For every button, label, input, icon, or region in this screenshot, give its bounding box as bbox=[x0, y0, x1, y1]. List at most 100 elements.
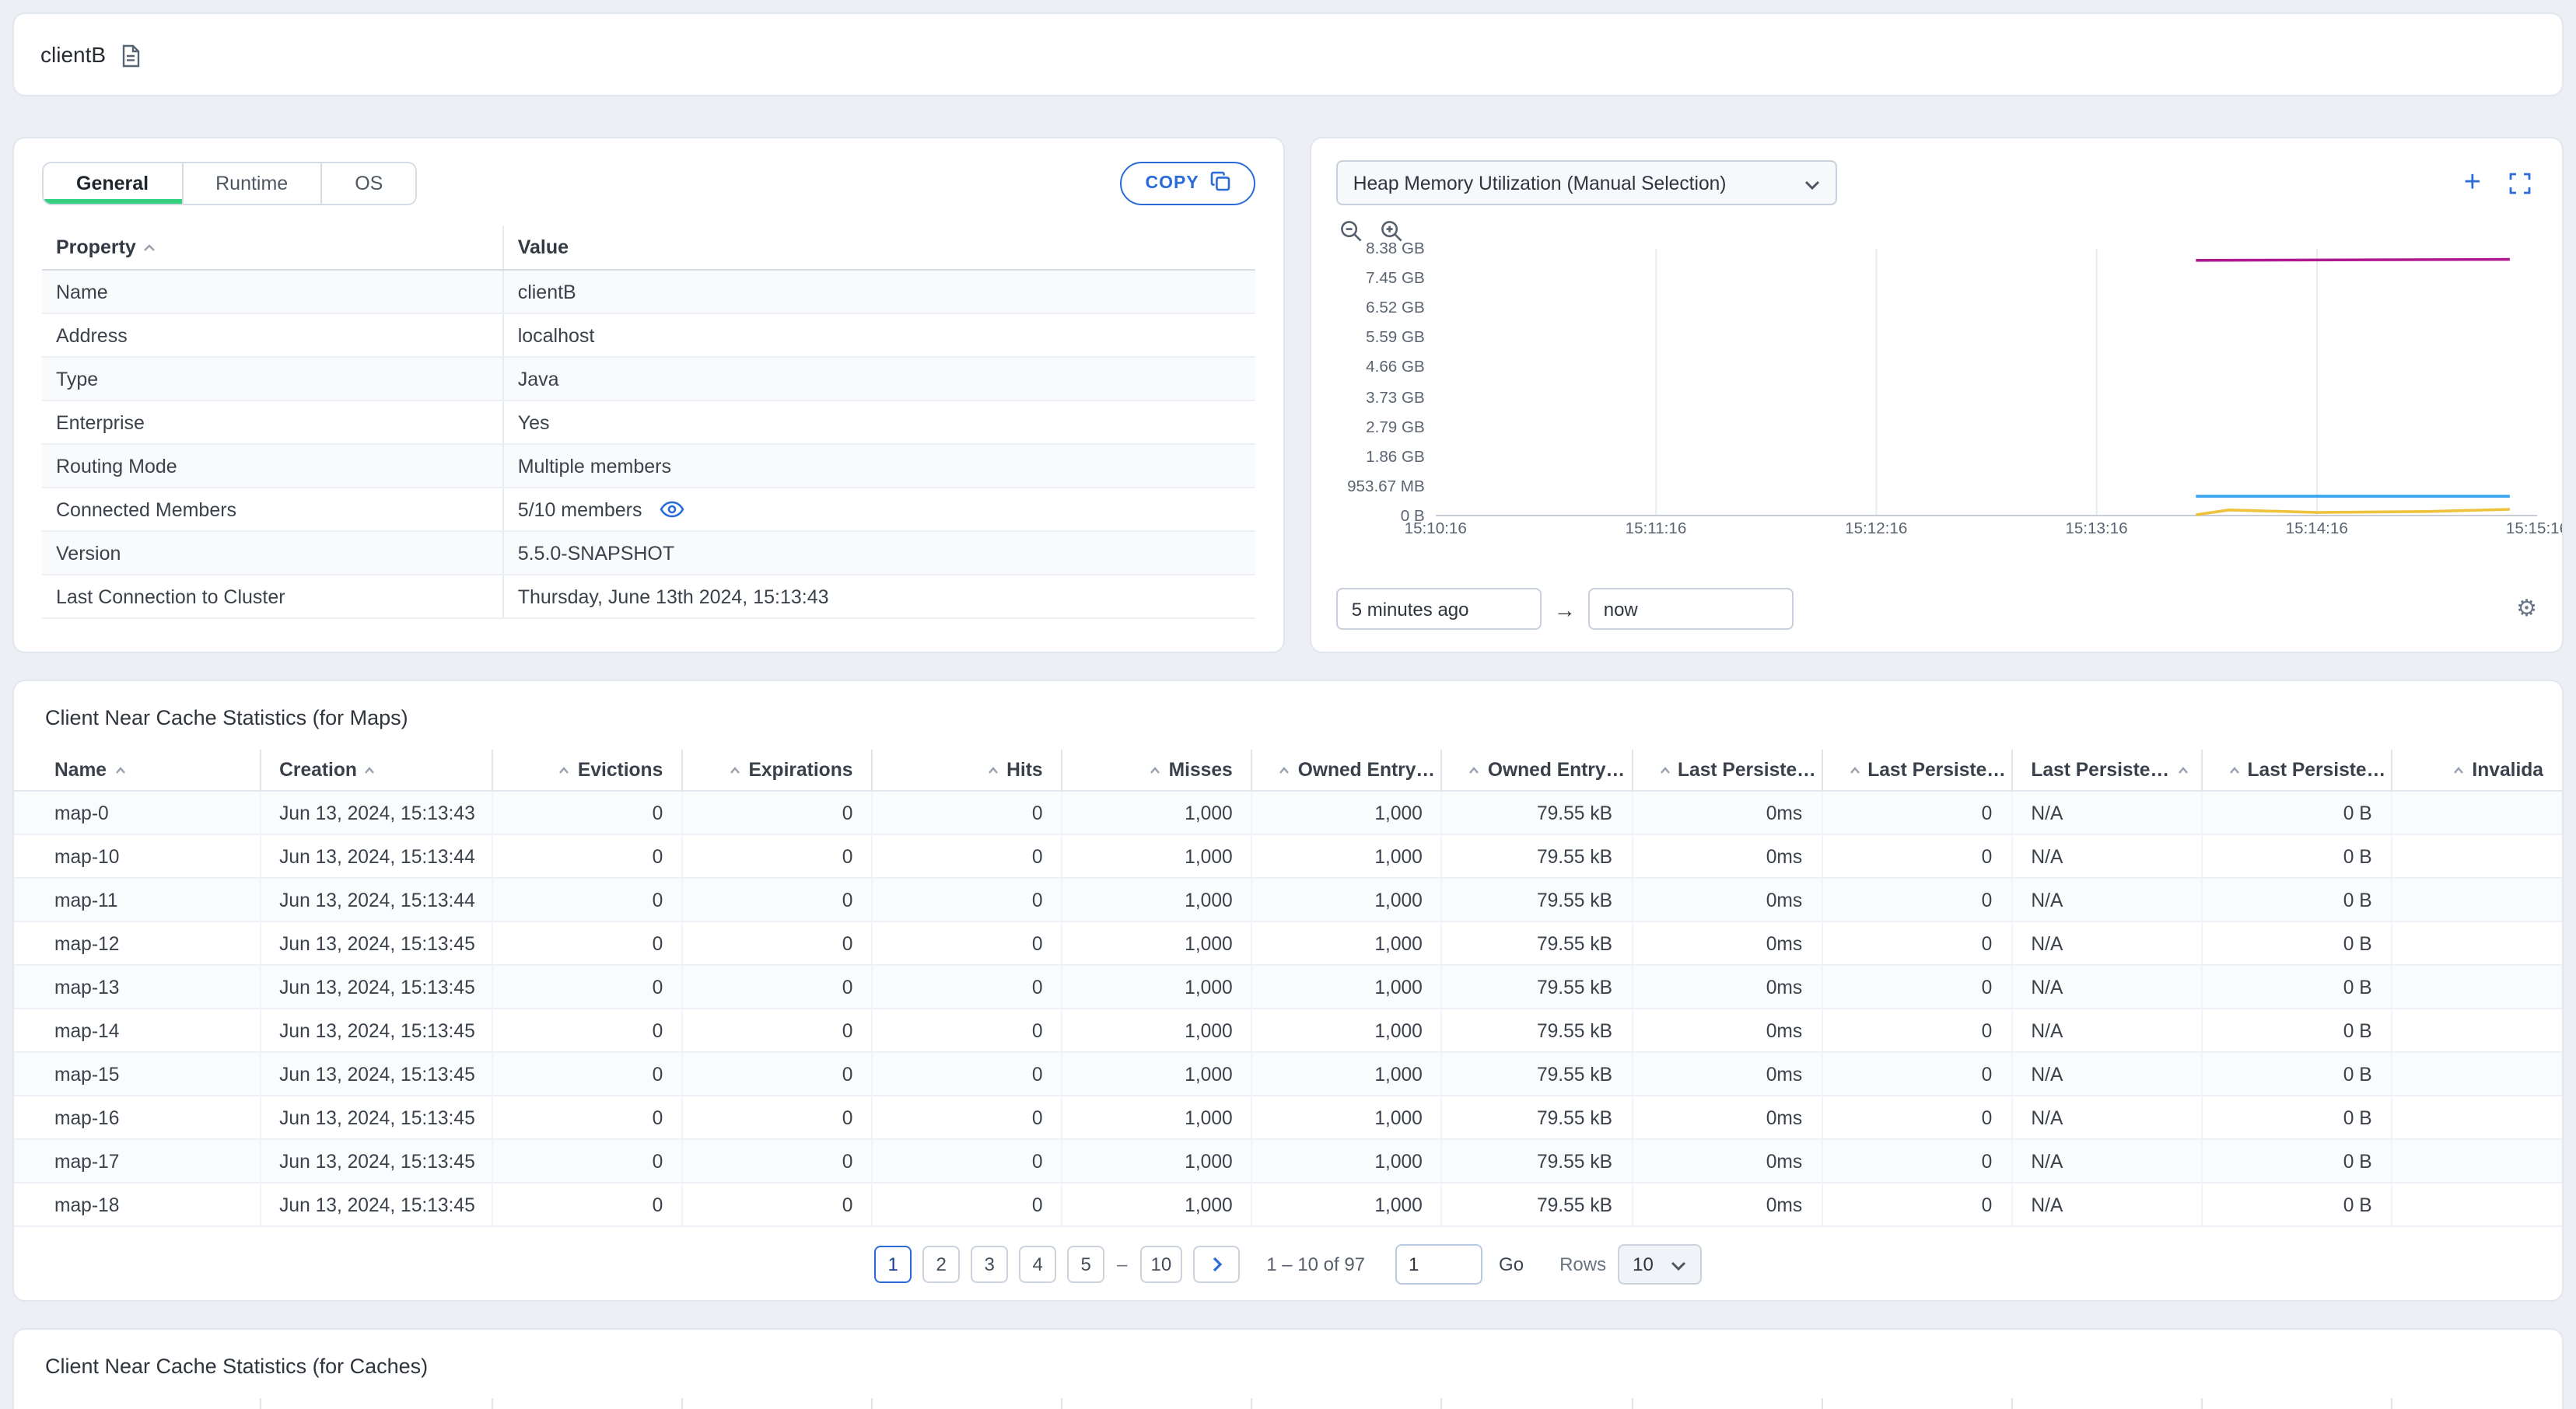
cell-value: 0 bbox=[682, 878, 873, 922]
cell-value: 0 B bbox=[2201, 1009, 2392, 1053]
x-axis-label: 15:11:16 bbox=[1625, 521, 1687, 538]
column-header[interactable]: Owned Entry… bbox=[1251, 750, 1443, 792]
page-button-3[interactable]: 3 bbox=[971, 1246, 1009, 1283]
column-header[interactable]: Last Persiste… bbox=[1822, 1398, 2013, 1409]
section-title: Client Near Cache Statistics (for Maps) bbox=[45, 706, 408, 729]
cell-value: 0 bbox=[492, 921, 684, 966]
metric-select[interactable]: Heap Memory Utilization (Manual Selectio… bbox=[1335, 160, 1837, 205]
column-header[interactable]: Expirations bbox=[682, 750, 873, 792]
column-header[interactable]: Creation bbox=[260, 1398, 494, 1409]
cell-creation: Jun 13, 2024, 15:13:44 bbox=[260, 878, 494, 922]
cell-value: 0 bbox=[872, 921, 1063, 966]
property-value: 5/10 members bbox=[502, 488, 1255, 532]
column-header[interactable]: Hits bbox=[872, 1398, 1063, 1409]
cell-value: 1,000 bbox=[1251, 1096, 1443, 1140]
fullscreen-icon[interactable] bbox=[2509, 172, 2531, 194]
cell-value: 1,000 bbox=[1251, 921, 1443, 966]
cell-value: 1,000 bbox=[1251, 1052, 1443, 1096]
cell-value bbox=[2391, 965, 2562, 1009]
table-row: map-0 Jun 13, 2024, 15:13:43 0 0 0 1,000 1,000… bbox=[14, 791, 2562, 835]
page-button-5[interactable]: 5 bbox=[1067, 1246, 1105, 1283]
column-header[interactable]: Owned Entry… bbox=[1441, 750, 1633, 792]
column-header[interactable]: Expirations bbox=[682, 1398, 873, 1409]
property-value: Thursday, June 13th 2024, 15:13:43 bbox=[502, 575, 1255, 619]
cell-value: 0 B bbox=[2201, 791, 2392, 835]
column-header[interactable]: Name bbox=[14, 750, 261, 792]
chart-panel: Heap Memory Utilization (Manual Selectio… bbox=[1309, 137, 2564, 653]
column-header[interactable]: Invalida bbox=[2391, 750, 2562, 792]
sort-caret-icon bbox=[1849, 767, 1860, 774]
chevron-down-icon bbox=[1671, 1253, 1686, 1275]
column-header[interactable]: Hits bbox=[872, 750, 1063, 792]
cell-value: 0 B bbox=[2201, 1139, 2392, 1183]
page-button-2[interactable]: 2 bbox=[922, 1246, 961, 1283]
time-from-input[interactable] bbox=[1335, 588, 1542, 630]
cell-value: 0 bbox=[682, 834, 873, 879]
eye-icon[interactable] bbox=[660, 501, 684, 518]
column-header[interactable]: Name bbox=[14, 1398, 261, 1409]
cell-value: 79.55 kB bbox=[1441, 965, 1633, 1009]
column-header[interactable]: Last Persiste… bbox=[2011, 750, 2203, 792]
cell-value: 0 bbox=[682, 1052, 873, 1096]
page-button-4[interactable]: 4 bbox=[1019, 1246, 1057, 1283]
sort-caret-icon bbox=[730, 767, 740, 774]
cell-value: 79.55 kB bbox=[1441, 878, 1633, 922]
column-header[interactable]: Last Persiste… bbox=[2201, 1398, 2392, 1409]
go-button[interactable]: Go bbox=[1499, 1253, 1524, 1275]
y-axis-label: 8.38 GB bbox=[1366, 241, 1425, 258]
cell-value: 0 bbox=[872, 1052, 1063, 1096]
cell-value: 1,000 bbox=[1062, 965, 1253, 1009]
cell-value bbox=[2391, 1139, 2562, 1183]
goto-page-input[interactable] bbox=[1395, 1244, 1482, 1285]
column-header[interactable]: Invalida bbox=[2391, 1398, 2562, 1409]
cell-value: N/A bbox=[2011, 834, 2203, 879]
column-header[interactable]: Creation bbox=[260, 750, 494, 792]
property-value: 5.5.0-SNAPSHOT bbox=[502, 531, 1255, 575]
column-header[interactable]: Last Persiste… bbox=[2201, 750, 2392, 792]
tab-os[interactable]: OS bbox=[322, 163, 416, 204]
column-header[interactable]: Last Persiste… bbox=[1632, 1398, 1823, 1409]
page-header: clientB bbox=[12, 12, 2564, 96]
add-chart-icon[interactable]: + bbox=[2464, 168, 2481, 198]
cell-creation: Jun 13, 2024, 15:13:43 bbox=[260, 791, 494, 835]
cell-value: N/A bbox=[2011, 965, 2203, 1009]
cell-value: 0 B bbox=[2201, 1052, 2392, 1096]
next-page-button[interactable] bbox=[1193, 1246, 1241, 1283]
column-header[interactable]: Misses bbox=[1062, 750, 1253, 792]
cell-value: 0ms bbox=[1632, 1009, 1823, 1053]
property-column-header[interactable]: Property bbox=[42, 226, 504, 271]
column-header[interactable]: Last Persiste… bbox=[2011, 1398, 2203, 1409]
y-axis-label: 2.79 GB bbox=[1366, 419, 1425, 437]
cell-value: 79.55 kB bbox=[1441, 1009, 1633, 1053]
settings-gear-icon[interactable]: ⚙ bbox=[2516, 597, 2537, 621]
cell-value: 0 bbox=[872, 965, 1063, 1009]
time-to-input[interactable] bbox=[1587, 588, 1794, 630]
cell-value: 0 bbox=[872, 1139, 1063, 1183]
cell-value: N/A bbox=[2011, 921, 2203, 966]
column-header[interactable]: Evictions bbox=[492, 750, 684, 792]
copy-button[interactable]: COPY bbox=[1120, 162, 1255, 205]
cell-name: map-15 bbox=[14, 1052, 261, 1096]
tab-general[interactable]: General bbox=[44, 163, 184, 204]
value-column-header: Value bbox=[502, 226, 1255, 271]
property-value: Multiple members bbox=[502, 444, 1255, 488]
column-header[interactable]: Evictions bbox=[492, 1398, 684, 1409]
column-header[interactable]: Last Persiste… bbox=[1632, 750, 1823, 792]
zoom-in-icon[interactable] bbox=[1380, 219, 1403, 243]
zoom-out-icon[interactable] bbox=[1339, 219, 1363, 243]
cell-value: 0ms bbox=[1632, 1183, 1823, 1227]
cell-value: 79.55 kB bbox=[1441, 921, 1633, 966]
sort-caret-icon bbox=[1469, 767, 1480, 774]
column-header[interactable]: Misses bbox=[1062, 1398, 1253, 1409]
page-button-10[interactable]: 10 bbox=[1139, 1246, 1183, 1283]
cell-name: map-17 bbox=[14, 1139, 261, 1183]
table-row: map-18 Jun 13, 2024, 15:13:45 0 0 0 1,000 1,00… bbox=[14, 1183, 2562, 1227]
column-header[interactable]: Owned Entry… bbox=[1251, 1398, 1443, 1409]
column-header[interactable]: Owned Entry… bbox=[1441, 1398, 1633, 1409]
column-header[interactable]: Last Persiste… bbox=[1822, 750, 2013, 792]
page-button-1[interactable]: 1 bbox=[874, 1246, 912, 1283]
rows-per-page-select[interactable]: 10 bbox=[1617, 1244, 1702, 1285]
tab-runtime[interactable]: Runtime bbox=[183, 163, 323, 204]
cell-name: map-18 bbox=[14, 1183, 261, 1227]
cell-value: 1,000 bbox=[1062, 921, 1253, 966]
